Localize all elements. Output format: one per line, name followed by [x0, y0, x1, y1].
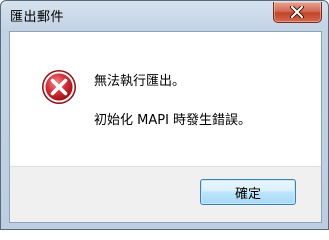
ok-button[interactable]: 確定	[200, 179, 296, 205]
error-detail: 初始化 MAPI 時發生錯誤。	[94, 113, 252, 128]
message-area: 無法執行匯出。 初始化 MAPI 時發生錯誤。	[10, 32, 321, 166]
close-icon	[290, 6, 304, 18]
dialog-window: 匯出郵件 無法執行匯出。 初始化 MAPI 時發生錯誤。 確定	[0, 0, 329, 230]
title-bar[interactable]: 匯出郵件	[1, 1, 328, 31]
error-message: 無法執行匯出。	[94, 74, 186, 89]
button-bar: 確定	[10, 166, 321, 222]
error-icon	[42, 70, 76, 104]
close-button[interactable]	[273, 2, 322, 23]
dialog-body: 無法執行匯出。 初始化 MAPI 時發生錯誤。 確定	[9, 31, 322, 223]
window-title: 匯出郵件	[10, 10, 65, 25]
